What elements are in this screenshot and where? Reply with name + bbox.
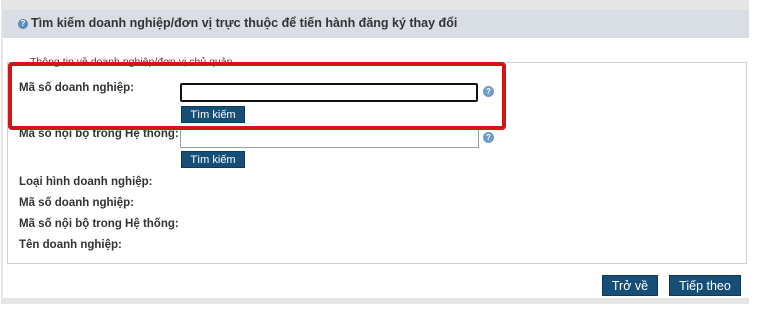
highlight-box (8, 62, 506, 130)
next-button[interactable]: Tiếp theo (669, 275, 741, 296)
search-internal-code-button[interactable]: Tìm kiếm (181, 151, 245, 168)
help-circle-icon[interactable]: ? (483, 132, 494, 143)
result-enterprise-code-label: Mã số doanh nghiệp: (19, 197, 134, 209)
enterprise-name-label: Tên doanh nghiệp: (19, 239, 122, 251)
back-button[interactable]: Trở về (602, 275, 658, 296)
enterprise-type-label: Loại hình doanh nghiệp: (19, 176, 153, 188)
result-internal-code-label: Mã số nội bộ trong Hệ thống: (19, 218, 179, 230)
help-circle-icon: ? (18, 19, 28, 29)
page-title: Tìm kiếm doanh nghiệp/đơn vị trực thuộc … (31, 16, 458, 30)
internal-code-input[interactable] (180, 128, 479, 148)
